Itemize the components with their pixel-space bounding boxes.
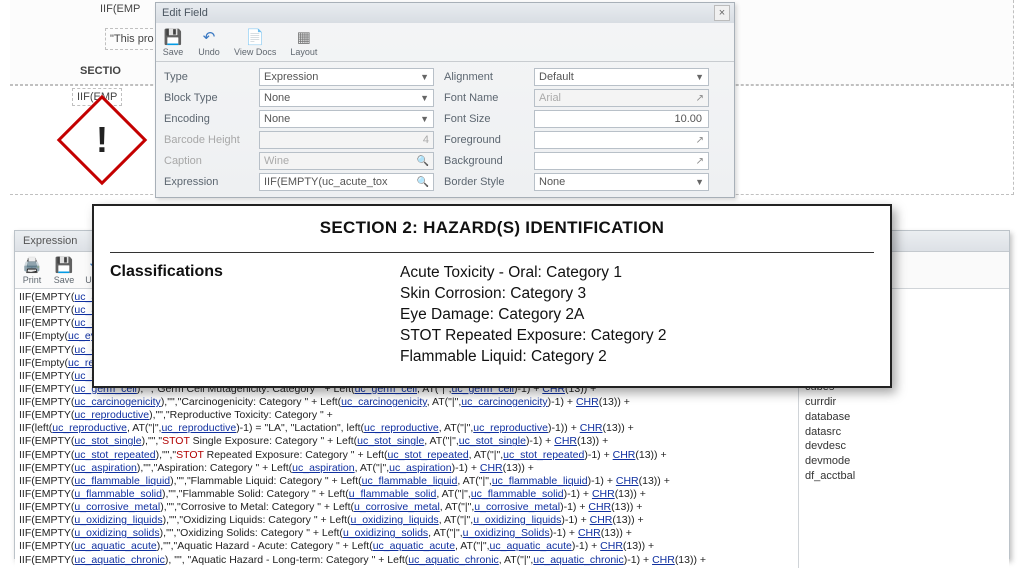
label-foreground: Foreground: [444, 134, 524, 146]
undo-icon: ↶: [198, 27, 220, 47]
list-item[interactable]: df_acctbal: [799, 469, 1009, 484]
input-barcodeheight: 4: [259, 131, 434, 149]
select-type[interactable]: Expression▼: [259, 68, 434, 86]
list-item: Skin Corrosion: Category 3: [400, 284, 667, 305]
save-icon: 💾: [53, 255, 75, 275]
select-encoding[interactable]: None▼: [259, 110, 434, 128]
pictogram-ghs-exclamation: !: [57, 95, 148, 186]
field-sectio[interactable]: SECTIO: [80, 65, 121, 77]
layout-icon: ▦: [293, 27, 315, 47]
save-button[interactable]: 💾Save: [162, 27, 184, 57]
label-fontsize: Font Size: [444, 113, 524, 125]
chevron-down-icon: ▼: [420, 72, 429, 82]
divider: [110, 252, 874, 253]
label-barcodeheight: Barcode Height: [164, 134, 249, 146]
label-caption: Caption: [164, 155, 249, 167]
dialog-title: Edit Field ×: [156, 3, 734, 23]
classifications-label: Classifications: [110, 263, 400, 368]
label-blocktype: Block Type: [164, 92, 249, 104]
classifications-values: Acute Toxicity - Oral: Category 1Skin Co…: [400, 263, 667, 368]
chevron-down-icon: ▼: [695, 177, 704, 187]
label-background: Background: [444, 155, 524, 167]
chevron-down-icon: ▼: [420, 114, 429, 124]
list-item[interactable]: database: [799, 410, 1009, 425]
label-borderstyle: Border Style: [444, 176, 524, 188]
label-alignment: Alignment: [444, 71, 524, 83]
input-fontsize[interactable]: [534, 110, 709, 128]
list-item[interactable]: datasrc: [799, 425, 1009, 440]
viewdocs-button[interactable]: 📄View Docs: [234, 27, 276, 57]
picker-fontname[interactable]: Arial: [534, 89, 709, 107]
edit-field-dialog: Edit Field × 💾Save ↶Undo 📄View Docs ▦Lay…: [155, 2, 735, 198]
field-thispro[interactable]: "This pro: [105, 28, 163, 50]
document-icon: 📄: [244, 27, 266, 47]
list-item[interactable]: devmode: [799, 454, 1009, 469]
chevron-down-icon: ▼: [420, 93, 429, 103]
select-blocktype[interactable]: None▼: [259, 89, 434, 107]
list-item: Flammable Liquid: Category 2: [400, 347, 667, 368]
picker-background[interactable]: [534, 152, 709, 170]
list-item: Acute Toxicity - Oral: Category 1: [400, 263, 667, 284]
label-fontname: Font Name: [444, 92, 524, 104]
input-expression[interactable]: IIF(EMPTY(uc_acute_tox🔍: [259, 173, 434, 191]
print-button[interactable]: 🖨️Print: [21, 255, 43, 285]
list-item: STOT Repeated Exposure: Category 2: [400, 326, 667, 347]
dialog-title-text: Edit Field: [162, 7, 208, 19]
picker-foreground[interactable]: [534, 131, 709, 149]
label-type: Type: [164, 71, 249, 83]
list-item: Eye Damage: Category 2A: [400, 305, 667, 326]
print-icon: 🖨️: [21, 255, 43, 275]
field-iifemp-1[interactable]: IIF(EMP: [100, 3, 140, 15]
label-encoding: Encoding: [164, 113, 249, 125]
save-icon: 💾: [162, 27, 184, 47]
preview-overlay: SECTION 2: HAZARD(S) IDENTIFICATION Clas…: [92, 204, 892, 388]
list-item[interactable]: devdesc: [799, 439, 1009, 454]
layout-button[interactable]: ▦Layout: [290, 27, 317, 57]
input-caption: Wine🔍: [259, 152, 434, 170]
label-expression: Expression: [164, 176, 249, 188]
select-borderstyle[interactable]: None▼: [534, 173, 709, 191]
section-title: SECTION 2: HAZARD(S) IDENTIFICATION: [110, 218, 874, 238]
save-button[interactable]: 💾Save: [53, 255, 75, 285]
dialog-toolbar: 💾Save ↶Undo 📄View Docs ▦Layout: [156, 23, 734, 62]
chevron-down-icon: ▼: [695, 72, 704, 82]
property-grid: Type Expression▼ Alignment Default▼ Bloc…: [156, 62, 734, 197]
list-item[interactable]: currdir: [799, 395, 1009, 410]
undo-button[interactable]: ↶Undo: [198, 27, 220, 57]
close-icon[interactable]: ×: [714, 5, 730, 21]
select-alignment[interactable]: Default▼: [534, 68, 709, 86]
